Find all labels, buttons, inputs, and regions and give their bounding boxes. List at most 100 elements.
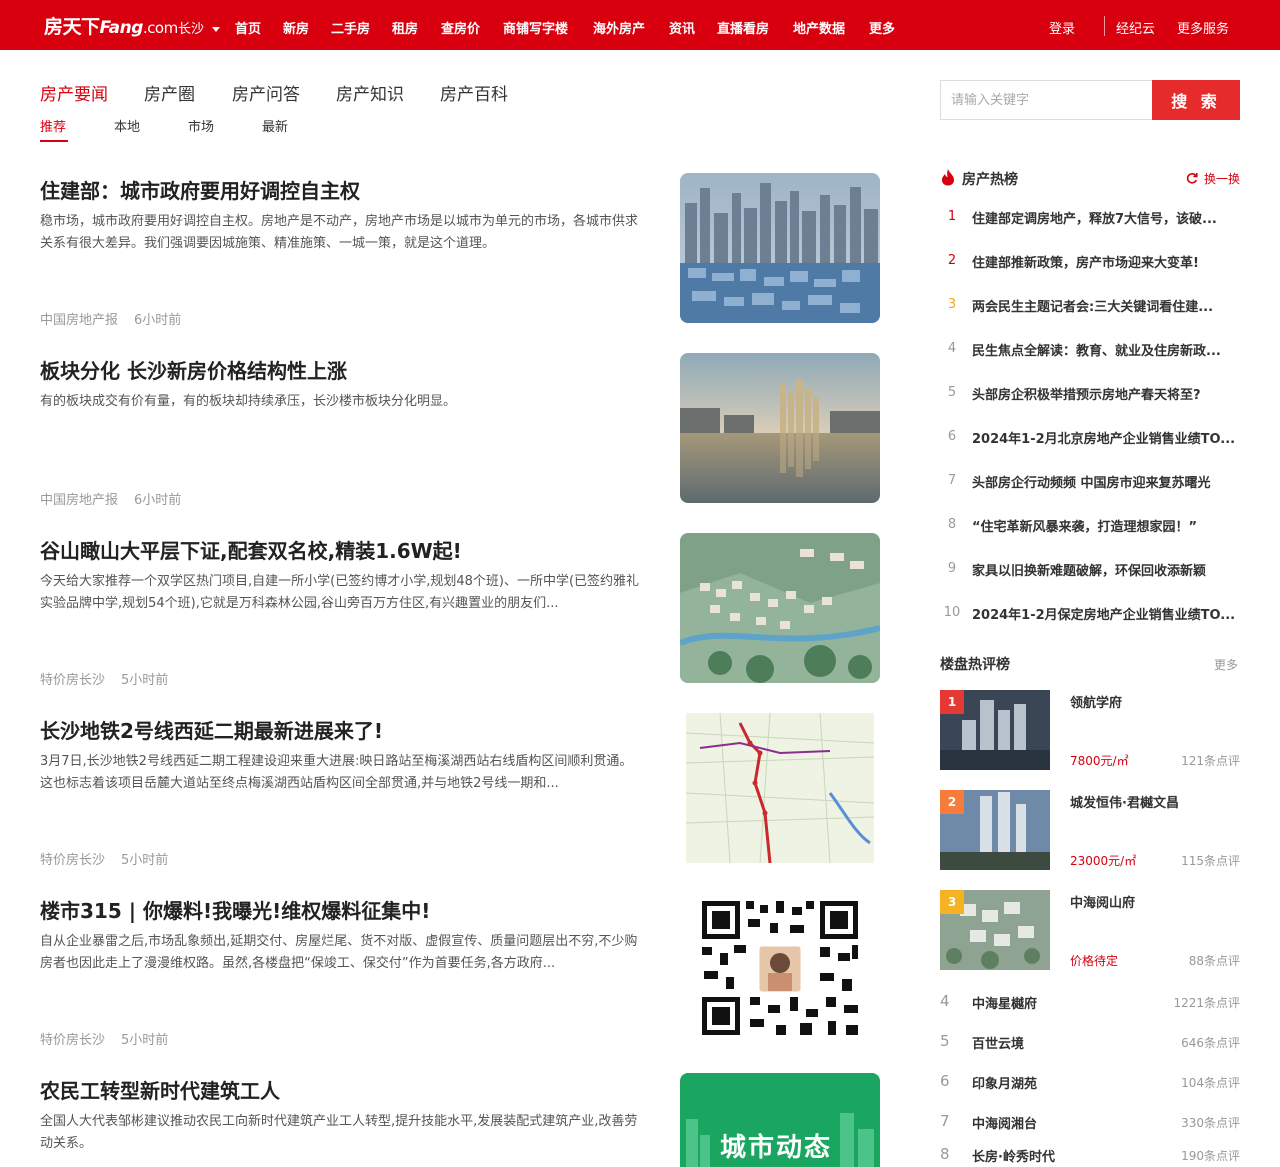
hot-item-title[interactable]: 头部房企行动频频 中国房市迎来复苏曙光 [972, 472, 1240, 491]
ranking-row-name[interactable]: 中海星樾府 [972, 993, 1037, 1012]
hot-list-item[interactable]: 10 2024年1-2月保定房地产企业销售业绩TO... [940, 603, 1240, 625]
article-title[interactable]: 农民工转型新时代建筑工人 [40, 1075, 660, 1104]
nav-commercial[interactable]: 商铺写字楼 [503, 18, 568, 37]
subtab-market[interactable]: 市场 [188, 116, 214, 135]
article-summary: 3月7日,长沙地铁2号线西延二期工程建设迎来重大进展:映日路站至梅溪湖西站右线盾… [40, 754, 633, 791]
hot-rank-number: 10 [943, 605, 961, 620]
ranking-row-number: 8 [940, 1145, 950, 1163]
hot-list-item[interactable]: 1 住建部定调房地产，释放7大信号，该破... [940, 207, 1240, 229]
ranking-more-link[interactable]: 更多 [1214, 656, 1238, 673]
article-item[interactable]: 住建部：城市政府要用好调控自主权 稳市场，城市政府要用好调控自主权。房地产是不动… [40, 173, 880, 335]
ranking-row-name[interactable]: 中海阅湘台 [972, 1113, 1037, 1132]
article-thumbnail[interactable]: 城市动态 [680, 1073, 880, 1167]
article-item[interactable]: 农民工转型新时代建筑工人 全国人大代表邹彬建议推动农民工向新时代建筑产业工人转型… [40, 1073, 880, 1167]
subtab-recommend[interactable]: 推荐 [40, 116, 66, 135]
article-thumbnail[interactable] [680, 173, 880, 323]
property-thumbnail[interactable]: 1 [940, 690, 1050, 770]
nav-home[interactable]: 首页 [235, 18, 261, 37]
hot-item-title[interactable]: “住宅革新风暴来袭，打造理想家园！” [972, 516, 1240, 535]
article-time: 5小时前 [121, 853, 169, 868]
ranking-row[interactable]: 8 长房·岭秀时代 190条点评 [940, 1143, 1240, 1167]
hot-item-title[interactable]: 住建部推新政策，房产市场迎来大变革! [972, 252, 1240, 271]
property-name[interactable]: 城发恒伟·君樾文昌 [1070, 792, 1179, 811]
hot-item-title[interactable]: 民生焦点全解读：教育、就业及住房新政... [972, 340, 1240, 359]
nav-live[interactable]: 直播看房 [717, 18, 769, 37]
article-item[interactable]: 楼市315 | 你爆料!我曝光!维权爆料征集中! 自从企业暴雷之后,市场乱象频出… [40, 893, 880, 1055]
article-summary: 自从企业暴雷之后,市场乱象频出,延期交付、房屋烂尾、货不对版、虚假宣传、质量问题… [40, 934, 638, 971]
fang-logo[interactable]: 房天下Fang.com [44, 12, 178, 39]
property-thumbnail[interactable]: 2 [940, 790, 1050, 870]
nav-rent[interactable]: 租房 [392, 18, 418, 37]
tab-wiki[interactable]: 房产百科 [440, 80, 508, 105]
hot-item-title[interactable]: 2024年1-2月北京房地产企业销售业绩TO... [972, 428, 1240, 447]
article-item[interactable]: 板块分化 长沙新房价格结构性上涨 有的板块成交有价有量，有的板块却持续承压，长沙… [40, 353, 880, 515]
search-button[interactable]: 搜 索 [1152, 80, 1240, 120]
article-time: 5小时前 [121, 673, 169, 688]
article-thumbnail[interactable] [680, 533, 880, 683]
hot-list-item[interactable]: 9 家具以旧换新难题破解，环保回收添新颖 [940, 559, 1240, 581]
hot-list-item[interactable]: 7 头部房企行动频频 中国房市迎来复苏曙光 [940, 471, 1240, 493]
ranking-card[interactable]: 1 领航学府 7800元/㎡ 121条点评 [940, 690, 1240, 770]
tab-news[interactable]: 房产要闻 [40, 80, 108, 105]
hot-list-item[interactable]: 6 2024年1-2月北京房地产企业销售业绩TO... [940, 427, 1240, 449]
article-title[interactable]: 住建部：城市政府要用好调控自主权 [40, 175, 660, 204]
ranking-row-reviews: 646条点评 [1181, 1036, 1240, 1050]
hot-list-item[interactable]: 2 住建部推新政策，房产市场迎来大变革! [940, 251, 1240, 273]
nav-price-check[interactable]: 查房价 [441, 18, 480, 37]
search-input[interactable] [940, 80, 1152, 120]
nav-more[interactable]: 更多 [869, 18, 895, 37]
article-thumbnail[interactable] [680, 893, 880, 1043]
hot-list-item[interactable]: 4 民生焦点全解读：教育、就业及住房新政... [940, 339, 1240, 361]
article-item[interactable]: 长沙地铁2号线西延二期最新进展来了! 3月7日,长沙地铁2号线西延二期工程建设迎… [40, 713, 880, 875]
ranking-card[interactable]: 2 城发恒伟·君樾文昌 23000元/㎡ 115条点评 [940, 790, 1240, 870]
article-title[interactable]: 谷山瞰山大平层下证,配套双名校,精装1.6W起! [40, 535, 660, 564]
property-reviews: 121条点评 [1181, 754, 1240, 768]
nav-overseas[interactable]: 海外房产 [593, 18, 645, 37]
ranking-row[interactable]: 6 印象月湖苑 104条点评 [940, 1070, 1240, 1094]
tab-circle[interactable]: 房产圈 [144, 80, 195, 105]
flame-icon [942, 169, 954, 186]
hot-item-title[interactable]: 2024年1-2月保定房地产企业销售业绩TO... [972, 604, 1240, 623]
nav-new-house[interactable]: 新房 [283, 18, 309, 37]
nav-news[interactable]: 资讯 [669, 18, 695, 37]
nav-data[interactable]: 地产数据 [793, 18, 845, 37]
article-title[interactable]: 楼市315 | 你爆料!我曝光!维权爆料征集中! [40, 895, 660, 924]
ranking-card[interactable]: 3 中海阅山府 价格待定 88条点评 [940, 890, 1240, 970]
article-meta: 中国房地产报 6小时前 [40, 309, 181, 328]
hot-list-item[interactable]: 8 “住宅革新风暴来袭，打造理想家园！” [940, 515, 1240, 537]
ranking-row[interactable]: 4 中海星樾府 1221条点评 [940, 990, 1240, 1014]
broker-link[interactable]: 经纪云 [1116, 18, 1155, 37]
more-services-link[interactable]: 更多服务 [1177, 18, 1229, 37]
hot-item-title[interactable]: 头部房企积极举措预示房地产春天将至? [972, 384, 1240, 403]
hot-item-title[interactable]: 两会民生主题记者会:三大关键词看住建... [972, 296, 1240, 315]
ranking-row-name[interactable]: 百世云境 [972, 1033, 1024, 1052]
subtab-latest[interactable]: 最新 [262, 116, 288, 135]
property-name[interactable]: 领航学府 [1070, 692, 1122, 711]
ranking-row-name[interactable]: 印象月湖苑 [972, 1073, 1037, 1092]
article-title[interactable]: 板块分化 长沙新房价格结构性上涨 [40, 355, 660, 384]
property-name[interactable]: 中海阅山府 [1070, 892, 1135, 911]
article-title[interactable]: 长沙地铁2号线西延二期最新进展来了! [40, 715, 660, 744]
property-reviews: 115条点评 [1181, 854, 1240, 868]
nav-second-hand[interactable]: 二手房 [331, 18, 370, 37]
hot-list-item[interactable]: 3 两会民生主题记者会:三大关键词看住建... [940, 295, 1240, 317]
subtab-local[interactable]: 本地 [114, 116, 140, 135]
ranking-row-name[interactable]: 长房·岭秀时代 [972, 1146, 1055, 1165]
hot-refresh-label: 换一换 [1203, 172, 1240, 186]
property-thumbnail[interactable]: 3 [940, 890, 1050, 970]
hot-list-item[interactable]: 5 头部房企积极举措预示房地产春天将至? [940, 383, 1240, 405]
login-link[interactable]: 登录 [1049, 18, 1075, 37]
hot-refresh-button[interactable]: 换一换 [1186, 170, 1240, 187]
hot-item-title[interactable]: 住建部定调房地产，释放7大信号，该破... [972, 208, 1240, 227]
logo-en: Fang [99, 18, 144, 38]
article-thumbnail[interactable] [680, 353, 880, 503]
tab-knowledge[interactable]: 房产知识 [336, 80, 404, 105]
hot-item-title[interactable]: 家具以旧换新难题破解，环保回收添新颖 [972, 560, 1240, 579]
article-item[interactable]: 谷山瞰山大平层下证,配套双名校,精装1.6W起! 今天给大家推荐一个双学区热门项… [40, 533, 880, 695]
city-selector[interactable]: 长沙 [178, 18, 221, 37]
article-time: 6小时前 [134, 313, 182, 328]
tab-qa[interactable]: 房产问答 [232, 80, 300, 105]
article-thumbnail[interactable] [680, 713, 880, 863]
ranking-row[interactable]: 7 中海阅湘台 330条点评 [940, 1110, 1240, 1134]
ranking-row[interactable]: 5 百世云境 646条点评 [940, 1030, 1240, 1054]
